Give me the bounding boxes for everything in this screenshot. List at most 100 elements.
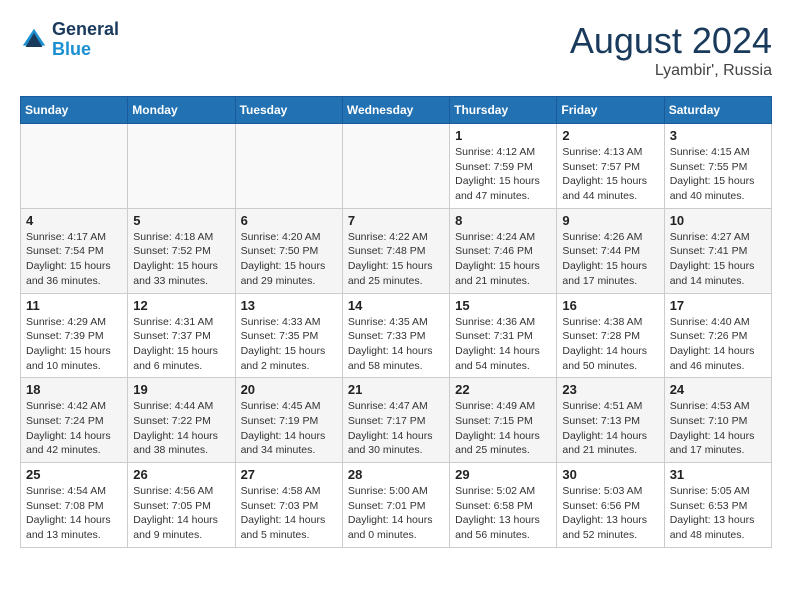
calendar-week-2: 4 Sunrise: 4:17 AM Sunset: 7:54 PM Daylig… (21, 208, 772, 293)
calendar-week-4: 18Sunrise: 4:42 AM Sunset: 7:24 PM Dayli… (21, 378, 772, 463)
logo-blue: Blue (52, 39, 91, 59)
calendar-week-5: 25 Sunrise: 4:54 AM Sunset: 7:08 PM Dayli… (21, 463, 772, 548)
page-header: GeneralBlue August 2024 Lyambir', Russia (20, 20, 772, 80)
day-number: 19 (133, 382, 229, 397)
day-number: 2 (562, 128, 658, 143)
day-content: Sunrise: 5:02 AM Sunset: 6:58 PM Dayligh… (455, 484, 551, 543)
calendar-cell (21, 124, 128, 209)
calendar-cell: 13 Sunrise: 4:33 AM Sunset: 7:35 PM Dayli… (235, 293, 342, 378)
calendar-cell: 6Sunrise: 4:20 AM Sunset: 7:50 PM Daylig… (235, 208, 342, 293)
calendar-cell: 9 Sunrise: 4:26 AM Sunset: 7:44 PM Daylig… (557, 208, 664, 293)
day-number: 24 (670, 382, 766, 397)
day-content: Sunrise: 4:24 AM Sunset: 7:46 PM Dayligh… (455, 230, 551, 289)
day-content: Sunrise: 4:44 AM Sunset: 7:22 PM Dayligh… (133, 399, 229, 458)
day-number: 7 (348, 213, 444, 228)
day-content: Sunrise: 4:45 AM Sunset: 7:19 PM Dayligh… (241, 399, 337, 458)
day-number: 12 (133, 298, 229, 313)
calendar-cell: 20Sunrise: 4:45 AM Sunset: 7:19 PM Dayli… (235, 378, 342, 463)
calendar-cell (235, 124, 342, 209)
location: Lyambir', Russia (570, 62, 772, 80)
day-content: Sunrise: 4:15 AM Sunset: 7:55 PM Dayligh… (670, 145, 766, 204)
day-content: Sunrise: 4:40 AM Sunset: 7:26 PM Dayligh… (670, 315, 766, 374)
calendar-cell: 16 Sunrise: 4:38 AM Sunset: 7:28 PM Dayli… (557, 293, 664, 378)
day-content: Sunrise: 5:05 AM Sunset: 6:53 PM Dayligh… (670, 484, 766, 543)
weekday-header-friday: Friday (557, 97, 664, 124)
calendar-cell (342, 124, 449, 209)
weekday-header-thursday: Thursday (450, 97, 557, 124)
day-content: Sunrise: 4:49 AM Sunset: 7:15 PM Dayligh… (455, 399, 551, 458)
calendar-cell: 10 Sunrise: 4:27 AM Sunset: 7:41 PM Dayli… (664, 208, 771, 293)
weekday-header-sunday: Sunday (21, 97, 128, 124)
calendar-cell: 7Sunrise: 4:22 AM Sunset: 7:48 PM Daylig… (342, 208, 449, 293)
calendar-week-3: 11Sunrise: 4:29 AM Sunset: 7:39 PM Dayli… (21, 293, 772, 378)
calendar-cell: 3Sunrise: 4:15 AM Sunset: 7:55 PM Daylig… (664, 124, 771, 209)
day-number: 21 (348, 382, 444, 397)
day-content: Sunrise: 4:42 AM Sunset: 7:24 PM Dayligh… (26, 399, 122, 458)
calendar-cell: 19 Sunrise: 4:44 AM Sunset: 7:22 PM Dayli… (128, 378, 235, 463)
day-content: Sunrise: 4:53 AM Sunset: 7:10 PM Dayligh… (670, 399, 766, 458)
calendar-cell: 24 Sunrise: 4:53 AM Sunset: 7:10 PM Dayli… (664, 378, 771, 463)
day-number: 31 (670, 467, 766, 482)
day-number: 6 (241, 213, 337, 228)
day-content: Sunrise: 4:18 AM Sunset: 7:52 PM Dayligh… (133, 230, 229, 289)
day-number: 9 (562, 213, 658, 228)
calendar-cell: 29Sunrise: 5:02 AM Sunset: 6:58 PM Dayli… (450, 463, 557, 548)
calendar-body: 1Sunrise: 4:12 AM Sunset: 7:59 PM Daylig… (21, 124, 772, 548)
calendar-cell: 4 Sunrise: 4:17 AM Sunset: 7:54 PM Daylig… (21, 208, 128, 293)
day-number: 26 (133, 467, 229, 482)
day-number: 11 (26, 298, 122, 313)
calendar-cell (128, 124, 235, 209)
day-number: 8 (455, 213, 551, 228)
day-content: Sunrise: 4:17 AM Sunset: 7:54 PM Dayligh… (26, 230, 122, 289)
calendar-cell: 21 Sunrise: 4:47 AM Sunset: 7:17 PM Dayli… (342, 378, 449, 463)
logo-icon (20, 26, 48, 54)
calendar-cell: 31 Sunrise: 5:05 AM Sunset: 6:53 PM Dayli… (664, 463, 771, 548)
day-number: 15 (455, 298, 551, 313)
weekday-header-saturday: Saturday (664, 97, 771, 124)
day-number: 5 (133, 213, 229, 228)
day-content: Sunrise: 4:27 AM Sunset: 7:41 PM Dayligh… (670, 230, 766, 289)
day-content: Sunrise: 4:33 AM Sunset: 7:35 PM Dayligh… (241, 315, 337, 374)
day-number: 1 (455, 128, 551, 143)
calendar-cell: 18Sunrise: 4:42 AM Sunset: 7:24 PM Dayli… (21, 378, 128, 463)
calendar-cell: 27 Sunrise: 4:58 AM Sunset: 7:03 PM Dayli… (235, 463, 342, 548)
day-content: Sunrise: 4:54 AM Sunset: 7:08 PM Dayligh… (26, 484, 122, 543)
month-title: August 2024 (570, 20, 772, 62)
day-content: Sunrise: 4:38 AM Sunset: 7:28 PM Dayligh… (562, 315, 658, 374)
day-content: Sunrise: 4:35 AM Sunset: 7:33 PM Dayligh… (348, 315, 444, 374)
calendar-header: SundayMondayTuesdayWednesdayThursdayFrid… (21, 97, 772, 124)
logo-text: GeneralBlue (52, 20, 119, 60)
calendar-cell: 23Sunrise: 4:51 AM Sunset: 7:13 PM Dayli… (557, 378, 664, 463)
calendar-cell: 22Sunrise: 4:49 AM Sunset: 7:15 PM Dayli… (450, 378, 557, 463)
day-content: Sunrise: 4:26 AM Sunset: 7:44 PM Dayligh… (562, 230, 658, 289)
day-content: Sunrise: 4:47 AM Sunset: 7:17 PM Dayligh… (348, 399, 444, 458)
day-content: Sunrise: 5:00 AM Sunset: 7:01 PM Dayligh… (348, 484, 444, 543)
day-content: Sunrise: 4:13 AM Sunset: 7:57 PM Dayligh… (562, 145, 658, 204)
day-number: 13 (241, 298, 337, 313)
calendar-cell: 8 Sunrise: 4:24 AM Sunset: 7:46 PM Daylig… (450, 208, 557, 293)
calendar-cell: 2 Sunrise: 4:13 AM Sunset: 7:57 PM Daylig… (557, 124, 664, 209)
calendar-cell: 14 Sunrise: 4:35 AM Sunset: 7:33 PM Dayli… (342, 293, 449, 378)
calendar-week-1: 1Sunrise: 4:12 AM Sunset: 7:59 PM Daylig… (21, 124, 772, 209)
calendar-cell: 1Sunrise: 4:12 AM Sunset: 7:59 PM Daylig… (450, 124, 557, 209)
day-number: 14 (348, 298, 444, 313)
day-number: 23 (562, 382, 658, 397)
weekday-header-wednesday: Wednesday (342, 97, 449, 124)
day-content: Sunrise: 4:58 AM Sunset: 7:03 PM Dayligh… (241, 484, 337, 543)
day-number: 10 (670, 213, 766, 228)
day-content: Sunrise: 4:31 AM Sunset: 7:37 PM Dayligh… (133, 315, 229, 374)
calendar-table: SundayMondayTuesdayWednesdayThursdayFrid… (20, 96, 772, 548)
calendar-cell: 12 Sunrise: 4:31 AM Sunset: 7:37 PM Dayli… (128, 293, 235, 378)
day-number: 27 (241, 467, 337, 482)
day-content: Sunrise: 4:36 AM Sunset: 7:31 PM Dayligh… (455, 315, 551, 374)
day-number: 4 (26, 213, 122, 228)
calendar-cell: 5 Sunrise: 4:18 AM Sunset: 7:52 PM Daylig… (128, 208, 235, 293)
day-number: 30 (562, 467, 658, 482)
day-number: 16 (562, 298, 658, 313)
day-content: Sunrise: 4:56 AM Sunset: 7:05 PM Dayligh… (133, 484, 229, 543)
day-number: 25 (26, 467, 122, 482)
weekday-header-tuesday: Tuesday (235, 97, 342, 124)
weekday-header-monday: Monday (128, 97, 235, 124)
calendar-cell: 25 Sunrise: 4:54 AM Sunset: 7:08 PM Dayli… (21, 463, 128, 548)
calendar-cell: 30Sunrise: 5:03 AM Sunset: 6:56 PM Dayli… (557, 463, 664, 548)
